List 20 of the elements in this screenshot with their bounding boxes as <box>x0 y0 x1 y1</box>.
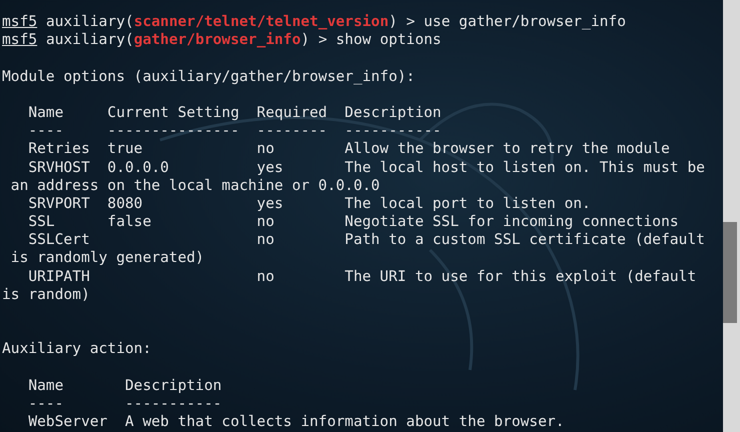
output-line: Auxiliary action: <box>2 340 152 359</box>
output-line: Retries true no Allow the browser to retry the module <box>27 140 671 158</box>
output-line: is randomly generated) <box>10 249 206 268</box>
scrollbar[interactable] <box>723 0 740 432</box>
output-line: is random) <box>2 286 91 304</box>
output-line: SSL false no Negotiate SSL for incoming connections <box>27 213 680 232</box>
scrollbar-thumb[interactable] <box>723 222 737 323</box>
output-line: SRVPORT 8080 yes The local port to listen on. <box>27 194 592 214</box>
output-line: ---- --------------- -------- ----------- <box>27 122 442 140</box>
output-line: SSLCert no Path to a custom SSL certificate (default <box>27 231 706 250</box>
output-line: an address on the local machine or 0.0.0.0 <box>10 176 381 195</box>
output-line: Module options (auxiliary/gather/browser_info): <box>2 68 416 86</box>
output-line: WebServer A web that collects information about the browser. <box>27 413 566 432</box>
output-line: ---- ----------- <box>27 394 223 414</box>
command-line: msf5 auxiliary(scanner/telnet/telnet_version) > use gather/browser_info <box>2 13 627 32</box>
output-line: Name Current Setting Required Description <box>27 104 442 122</box>
output-line: URIPATH no The URI to use for this exploit (default <box>27 268 698 286</box>
output-line: Name Description <box>27 376 223 395</box>
output-line: SRVHOST 0.0.0.0 yes The local host to listen on. This must be <box>27 158 706 177</box>
command-line: msf5 auxiliary(gather/browser_info) > show options <box>2 31 442 50</box>
